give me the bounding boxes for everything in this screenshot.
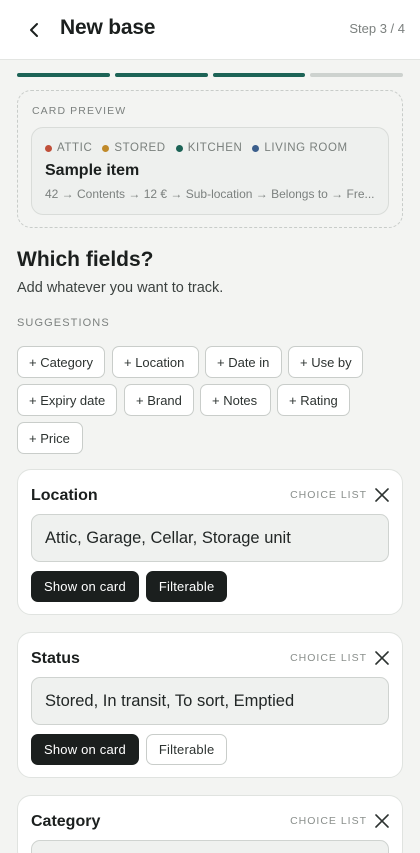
field-options: Show on card Filterable bbox=[31, 571, 228, 602]
sample-item-name: Sample item bbox=[45, 162, 140, 179]
close-icon[interactable] bbox=[374, 650, 390, 666]
choice-values-input[interactable] bbox=[31, 840, 389, 853]
page-title: New base bbox=[60, 16, 156, 39]
section-subtitle: Add whatever you want to track. bbox=[17, 280, 224, 296]
show-on-card-toggle[interactable]: Show on card bbox=[31, 571, 139, 602]
section-title: Which fields? bbox=[17, 248, 154, 271]
progress-segment bbox=[114, 73, 208, 77]
suggestion-chip[interactable]: + Use by bbox=[288, 346, 363, 378]
progress-segment bbox=[17, 73, 110, 77]
tag-dot bbox=[252, 144, 260, 152]
field-card-location: Location Choice list Attic, Garage, Cell… bbox=[17, 469, 403, 615]
preview-tag: Living room bbox=[252, 142, 347, 154]
tag-dot bbox=[175, 144, 183, 152]
choice-values-input[interactable]: Attic, Garage, Cellar, Storage unit bbox=[31, 514, 389, 562]
card-preview-label: Card preview bbox=[32, 105, 127, 117]
field-name: Status bbox=[31, 650, 80, 667]
field-name: Category bbox=[31, 813, 101, 830]
suggestion-chip[interactable]: + Rating bbox=[277, 384, 350, 416]
preview-tag: Attic bbox=[45, 142, 92, 154]
progress-segment bbox=[212, 73, 306, 77]
suggestion-chip[interactable]: + Brand bbox=[124, 384, 194, 416]
show-on-card-toggle[interactable]: Show on card bbox=[31, 734, 139, 765]
step-indicator: Step 3 / 4 bbox=[349, 21, 405, 36]
field-type-label[interactable]: Choice list bbox=[290, 489, 367, 501]
sample-item-meta: 42 → Contents → 12 € → Sub-location → Be… bbox=[45, 187, 375, 201]
field-type-label[interactable]: Choice list bbox=[290, 652, 367, 664]
choice-values-input[interactable]: Stored, In transit, To sort, Emptied bbox=[31, 677, 389, 725]
field-options: Show on card Filterable bbox=[31, 734, 228, 765]
step-progress-bar bbox=[17, 73, 403, 77]
preview-tag-label: Living room bbox=[264, 142, 348, 154]
back-button[interactable] bbox=[20, 16, 48, 44]
chevron-left-icon bbox=[30, 23, 38, 37]
tag-dot bbox=[102, 144, 110, 152]
preview-tag-label: Attic bbox=[57, 142, 93, 154]
preview-tag-label: Kitchen bbox=[187, 142, 243, 154]
close-icon[interactable] bbox=[374, 487, 390, 503]
suggestion-chip[interactable]: + Location bbox=[112, 346, 199, 378]
app-header: New base Step 3 / 4 bbox=[0, 0, 420, 60]
sample-card: Attic Stored Kitchen Living room Sample … bbox=[31, 127, 389, 215]
preview-tag-label: Stored bbox=[114, 142, 166, 154]
suggestion-chip[interactable]: + Category bbox=[17, 346, 105, 378]
progress-segment bbox=[310, 73, 403, 77]
preview-tag: Kitchen bbox=[175, 142, 243, 154]
preview-tags: Attic Stored Kitchen Living room bbox=[45, 142, 348, 154]
suggestion-chip[interactable]: + Date in bbox=[205, 346, 282, 378]
field-card-category: Category Choice list bbox=[17, 795, 403, 853]
field-card-status: Status Choice list Stored, In transit, T… bbox=[17, 632, 403, 778]
filterable-toggle[interactable]: Filterable bbox=[145, 734, 228, 765]
suggestion-chip[interactable]: + Notes bbox=[200, 384, 271, 416]
close-icon[interactable] bbox=[374, 813, 390, 829]
preview-tag: Stored bbox=[102, 142, 165, 154]
suggestion-chip[interactable]: + Expiry date bbox=[17, 384, 117, 416]
filterable-toggle[interactable]: Filterable bbox=[145, 571, 228, 602]
field-type-label[interactable]: Choice list bbox=[290, 815, 367, 827]
suggestions-label: Suggestions bbox=[17, 317, 110, 329]
tag-dot bbox=[45, 144, 52, 152]
card-preview: Card preview Attic Stored Kitchen Living… bbox=[17, 90, 403, 228]
field-name: Location bbox=[31, 487, 98, 504]
suggestion-chip[interactable]: + Price bbox=[17, 422, 83, 454]
